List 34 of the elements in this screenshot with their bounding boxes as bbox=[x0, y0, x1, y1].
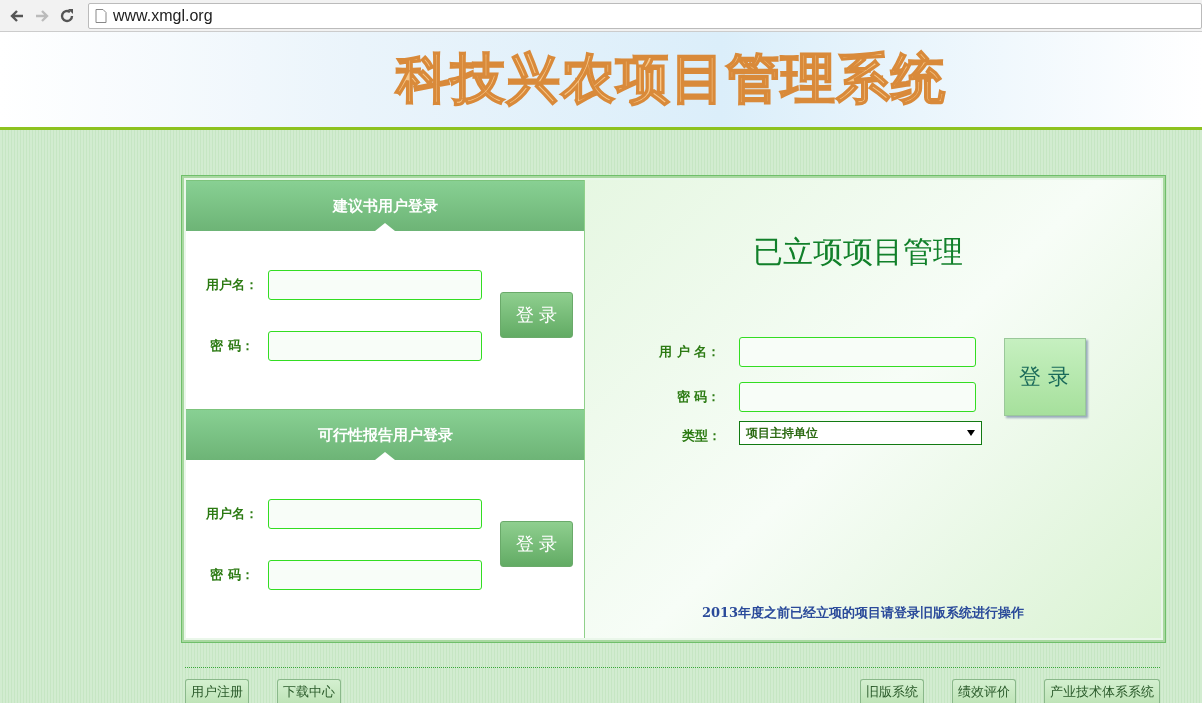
reload-icon[interactable] bbox=[59, 7, 75, 24]
forward-icon[interactable] bbox=[34, 7, 50, 24]
field-label: 用户名： bbox=[205, 275, 259, 294]
footer-link-button[interactable]: 下载中心 bbox=[277, 679, 341, 703]
field-label: 用 户 名： bbox=[658, 343, 722, 361]
input-field[interactable] bbox=[268, 498, 482, 529]
input-field[interactable] bbox=[268, 559, 482, 590]
section-title: 可行性报告用户登录 bbox=[317, 425, 453, 445]
notice-text: 2013年度之前已经立项的项目请登录旧版系统进行操作 bbox=[701, 604, 1025, 622]
panel-title: 已立项项目管理 bbox=[753, 233, 963, 271]
field-label: 密 码： bbox=[675, 388, 722, 406]
back-icon[interactable] bbox=[9, 7, 25, 24]
page-icon bbox=[95, 8, 107, 23]
footer-link-button[interactable]: 产业技术体系系统 bbox=[1044, 679, 1160, 703]
input-field[interactable] bbox=[738, 337, 976, 367]
field-label: 密 码： bbox=[209, 336, 255, 355]
footer-link-button[interactable]: 旧版系统 bbox=[860, 679, 924, 703]
input-field[interactable] bbox=[268, 330, 482, 361]
input-field[interactable] bbox=[268, 269, 482, 300]
notch-icon bbox=[375, 452, 395, 460]
notch-icon bbox=[375, 223, 395, 231]
footer-link-button[interactable]: 用户注册 bbox=[185, 679, 249, 703]
section-title: 建议书用户登录 bbox=[332, 196, 438, 216]
dropdown-caret-icon bbox=[966, 430, 975, 436]
field-label: 密 码： bbox=[209, 565, 255, 584]
type-dropdown[interactable]: 项目主持单位 bbox=[738, 421, 982, 445]
field-label: 类型： bbox=[680, 427, 722, 445]
field-label: 用户名： bbox=[205, 504, 259, 523]
address-bar[interactable]: www.xmgl.org bbox=[88, 2, 1202, 29]
input-field[interactable] bbox=[738, 382, 976, 412]
url-text: www.xmgl.org bbox=[113, 6, 213, 25]
site-title: 科技兴农项目管理系统 bbox=[396, 46, 946, 112]
footer-link-button[interactable]: 绩效评价 bbox=[952, 679, 1016, 703]
login-button[interactable]: 登 录 bbox=[1003, 338, 1086, 416]
